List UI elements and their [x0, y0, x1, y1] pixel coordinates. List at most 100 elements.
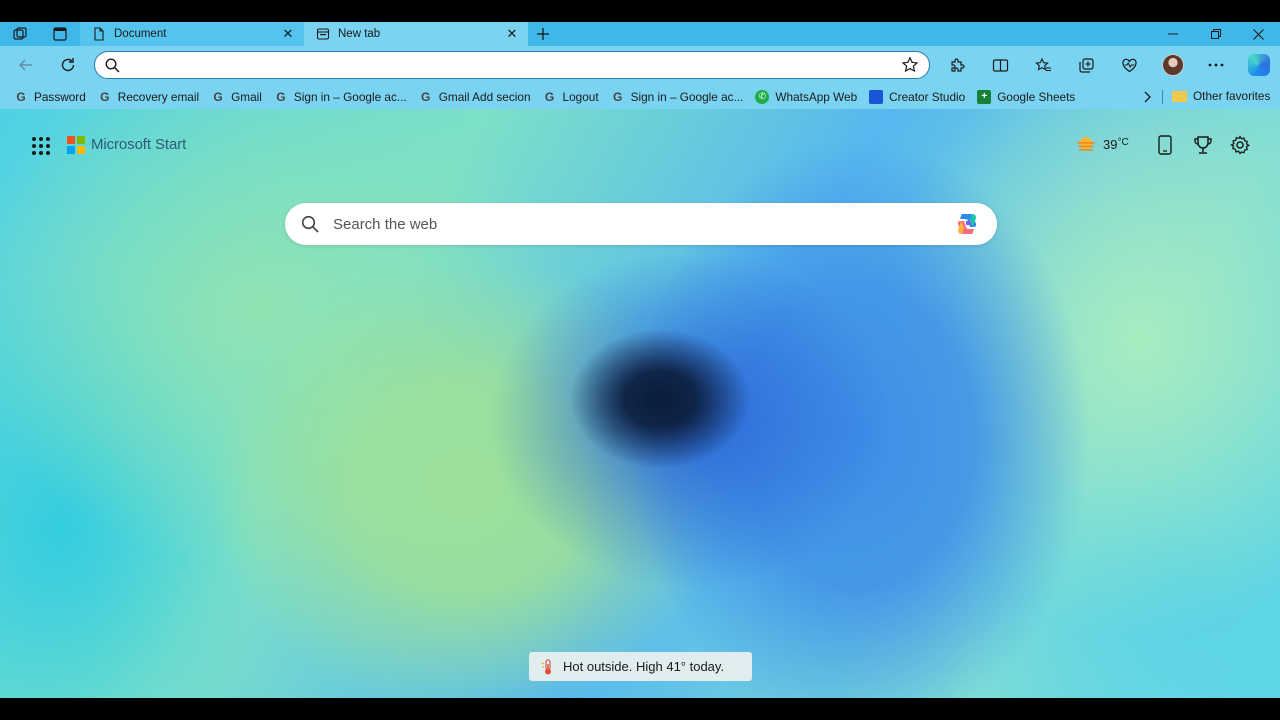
new-tab-page-icon	[316, 28, 330, 40]
plus-icon	[537, 28, 549, 40]
whatsapp-icon: ✆	[755, 89, 770, 104]
app-launcher-icon[interactable]	[32, 137, 50, 155]
split-screen-button[interactable]	[979, 49, 1022, 81]
bookmark-label: Recovery email	[117, 89, 200, 104]
tab-document[interactable]: Document ✕	[80, 22, 304, 46]
microsoft-logo	[67, 136, 85, 154]
toolbar-actions	[936, 49, 1280, 81]
tab-close-button[interactable]: ✕	[504, 26, 520, 42]
bookmark-item[interactable]: ✆ WhatsApp Web	[749, 86, 863, 108]
web-search-box[interactable]	[285, 203, 997, 245]
favorite-star-icon[interactable]	[901, 56, 919, 74]
copilot-icon[interactable]	[953, 210, 981, 238]
close-icon	[1253, 28, 1264, 40]
extensions-button[interactable]	[936, 49, 979, 81]
copilot-icon	[1247, 54, 1270, 76]
phone-button[interactable]	[1153, 133, 1177, 157]
new-tab-button[interactable]	[528, 22, 558, 46]
hazy-sun-icon	[1077, 137, 1095, 151]
collections-icon	[1079, 57, 1094, 73]
favorites-bar: G Password G Recovery email G Gmail G Sign i…	[0, 84, 1280, 109]
extensions-icon	[951, 57, 965, 72]
bookmark-item[interactable]: Creator Studio	[863, 86, 971, 108]
thermometer-icon	[541, 659, 551, 674]
notification-text: Hot outside. High 41° today.	[563, 659, 725, 674]
minimize-icon	[1167, 33, 1178, 35]
bookmark-label: Logout	[562, 89, 599, 104]
weather-widget[interactable]: 39°C	[1075, 133, 1129, 155]
bookmark-item[interactable]: G Recovery email	[92, 86, 205, 108]
bookmark-label: Gmail	[231, 89, 262, 104]
favorites-icon	[1035, 57, 1051, 71]
bookmark-label: Creator Studio	[889, 89, 966, 104]
toolbar	[0, 46, 1280, 84]
tab-title: New tab	[338, 28, 381, 40]
weather-notification[interactable]: Hot outside. High 41° today.	[529, 652, 752, 681]
tab-new-tab[interactable]: New tab ✕	[304, 22, 528, 46]
heart-pulse-icon	[1122, 58, 1137, 72]
tab-close-button[interactable]: ✕	[280, 26, 296, 42]
temperature: 39°C	[1103, 136, 1129, 152]
document-icon	[94, 27, 104, 41]
google-icon: G	[276, 89, 286, 104]
window-controls	[1151, 22, 1280, 46]
divider	[1162, 90, 1163, 104]
bookmark-label: Password	[34, 89, 86, 104]
copilot-button[interactable]	[1237, 49, 1280, 81]
page-settings-button[interactable]	[1228, 133, 1252, 157]
address-bar[interactable]	[94, 51, 930, 79]
bookmark-item[interactable]: G Sign in – Google ac...	[268, 86, 413, 108]
google-icon: G	[213, 89, 223, 104]
collections-button[interactable]	[1065, 49, 1108, 81]
folder-icon	[1172, 90, 1187, 102]
back-arrow-icon	[19, 59, 32, 71]
more-horizontal-icon	[1208, 63, 1223, 67]
settings-and-more-button[interactable]	[1194, 49, 1237, 81]
workspaces-button[interactable]	[0, 22, 40, 46]
rewards-button[interactable]	[1191, 133, 1215, 157]
bookmark-item[interactable]: + Google Sheets	[971, 86, 1081, 108]
gear-icon	[1230, 135, 1250, 155]
restore-button[interactable]	[1194, 22, 1237, 46]
bookmark-item[interactable]: G Gmail Add secion	[413, 86, 537, 108]
letterbox-bottom	[0, 698, 1280, 720]
brand-title[interactable]: Microsoft Start	[91, 136, 186, 153]
web-search-input[interactable]	[333, 215, 953, 233]
bookmark-item[interactable]: G Sign in – Google ac...	[605, 86, 750, 108]
google-icon: G	[16, 89, 26, 104]
creator-studio-icon	[869, 89, 884, 104]
browser-essentials-button[interactable]	[1108, 49, 1151, 81]
search-icon	[105, 57, 120, 73]
split-screen-icon	[992, 58, 1009, 72]
refresh-button[interactable]	[48, 49, 88, 81]
minimize-button[interactable]	[1151, 22, 1194, 46]
new-tab-page: Microsoft Start 39°C Hot outside. High 4…	[0, 109, 1280, 698]
google-icon: G	[544, 89, 555, 104]
bookmark-item[interactable]: G Logout	[537, 86, 605, 108]
tab-title: Document	[114, 28, 167, 40]
close-window-button[interactable]	[1237, 22, 1280, 46]
address-input[interactable]	[128, 57, 901, 73]
more-favorites-button[interactable]	[1138, 86, 1156, 108]
profile-button[interactable]	[1151, 49, 1194, 81]
chevron-right-icon	[1144, 91, 1151, 103]
bookmark-label: Google Sheets	[997, 89, 1076, 104]
tab-actions-button[interactable]	[40, 22, 80, 46]
bookmark-item[interactable]: G Password	[8, 86, 92, 108]
workspaces-icon	[13, 27, 27, 40]
google-icon: G	[612, 89, 623, 104]
bookmark-item[interactable]: G Gmail	[205, 86, 268, 108]
other-favorites-label: Other favorites	[1193, 89, 1271, 103]
bookmark-label: Sign in – Google ac...	[630, 89, 744, 104]
phone-icon	[1158, 135, 1172, 155]
refresh-icon	[61, 58, 75, 72]
other-favorites-folder[interactable]: Other favorites	[1166, 85, 1276, 107]
bookmark-label: Gmail Add secion	[438, 89, 531, 104]
search-icon	[301, 215, 319, 233]
favorites-button[interactable]	[1022, 49, 1065, 81]
back-button[interactable]	[6, 49, 46, 81]
tab-strip: Document ✕ New tab ✕	[0, 22, 1280, 46]
bookmark-label: WhatsApp Web	[775, 89, 858, 104]
restore-icon	[1210, 29, 1221, 39]
google-icon: G	[421, 89, 431, 104]
